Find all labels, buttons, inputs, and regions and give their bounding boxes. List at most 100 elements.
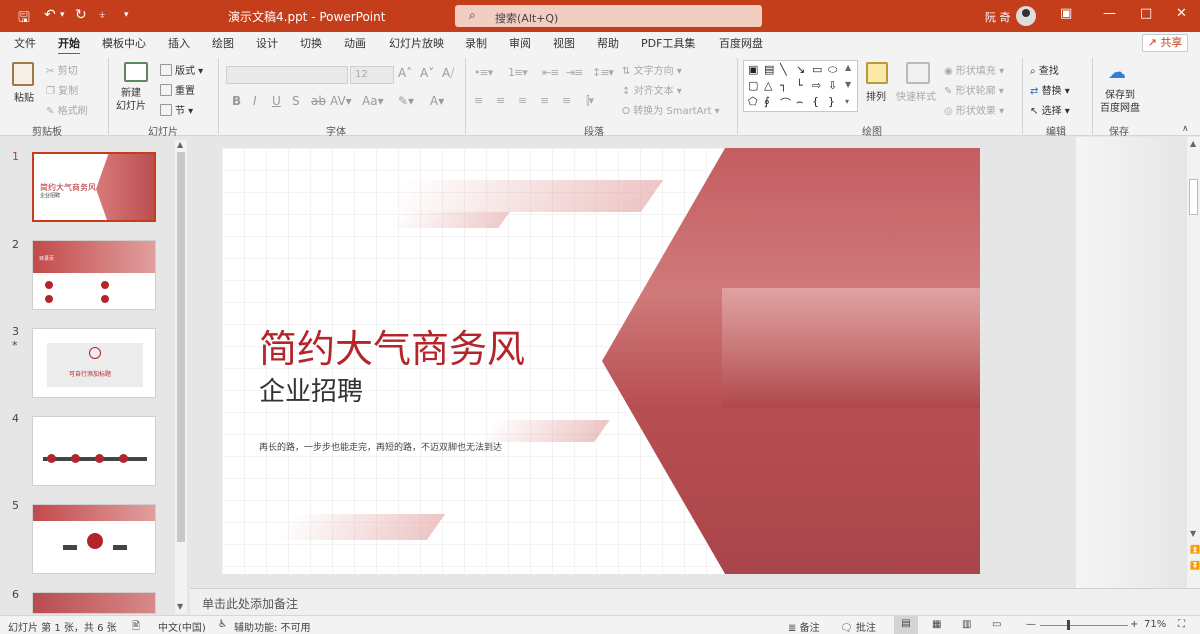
thumbnail-scrollbar[interactable]: ▲ ▼: [175, 140, 187, 614]
tab-template-center[interactable]: 模板中心: [102, 35, 146, 51]
language-indicator[interactable]: 中文(中国): [158, 619, 206, 634]
down-arrow-shape-icon[interactable]: ⇩: [828, 79, 837, 92]
scroll-thumb[interactable]: [177, 152, 185, 542]
notes-pane[interactable]: 单击此处添加备注: [190, 588, 1200, 615]
scroll-thumb[interactable]: [1189, 179, 1198, 215]
slide-thumbnail-5[interactable]: [32, 504, 156, 574]
maximize-icon[interactable]: □: [1140, 6, 1152, 21]
avatar[interactable]: [1016, 6, 1036, 26]
quick-styles-button[interactable]: 快速样式: [896, 88, 936, 103]
gallery-more-icon[interactable]: ▾: [845, 97, 849, 106]
tab-record[interactable]: 录制: [465, 35, 487, 51]
baidu-cloud-icon[interactable]: ☁: [1108, 62, 1126, 83]
notes-button[interactable]: ≣ 备注: [788, 619, 820, 634]
font-color-icon[interactable]: A▾: [430, 94, 444, 108]
justify-icon[interactable]: ≡: [540, 94, 549, 107]
tab-transitions[interactable]: 切换: [300, 35, 322, 51]
align-center-icon[interactable]: ≡: [496, 94, 505, 107]
redo-icon[interactable]: ↻: [75, 7, 87, 23]
triangle-shape-icon[interactable]: △: [764, 79, 772, 92]
quick-styles-icon[interactable]: [906, 62, 930, 84]
tab-view[interactable]: 视图: [553, 35, 575, 51]
find-button[interactable]: ⌕ 查找: [1030, 62, 1059, 77]
save-to-baidu-button[interactable]: 保存到 百度网盘: [1100, 89, 1140, 115]
tab-design[interactable]: 设计: [256, 35, 278, 51]
previous-slide-icon[interactable]: ⏫: [1190, 545, 1200, 554]
pentagon-shape-icon[interactable]: ⬠: [748, 95, 758, 108]
align-text-button[interactable]: ↕ 对齐文本 ▾: [622, 82, 682, 97]
slide-thumbnail-6[interactable]: [32, 592, 156, 614]
highlight-icon[interactable]: ✎▾: [398, 94, 414, 108]
zoom-out-icon[interactable]: —: [1026, 619, 1036, 630]
arrange-button[interactable]: 排列: [866, 88, 886, 103]
fit-to-window-icon[interactable]: ⛶: [1178, 619, 1185, 630]
align-left-icon[interactable]: ≡: [474, 94, 483, 107]
textbox-shape-icon[interactable]: ▣: [748, 63, 758, 76]
customize-toolbar-icon[interactable]: ▾: [124, 10, 129, 20]
freeform-shape-icon[interactable]: ∮: [764, 95, 770, 108]
format-painter-button[interactable]: ✎ 格式刷: [46, 102, 88, 117]
arc-shape-icon[interactable]: ⌢: [796, 95, 803, 109]
slide-subtitle[interactable]: 企业招聘: [259, 371, 363, 408]
accessibility-status[interactable]: 辅助功能: 不可用: [234, 619, 311, 634]
slide-thumbnail-2[interactable]: 目录页: [32, 240, 156, 310]
bold-icon[interactable]: B: [232, 94, 241, 108]
cut-button[interactable]: ✂ 剪切: [46, 62, 78, 77]
elbow-arrow-icon[interactable]: └: [796, 79, 803, 92]
gallery-up-icon[interactable]: ▲: [845, 63, 851, 72]
tab-review[interactable]: 审阅: [509, 35, 531, 51]
clear-format-icon[interactable]: A⧸: [442, 66, 454, 81]
tab-draw[interactable]: 绘图: [212, 35, 234, 51]
minimize-icon[interactable]: —: [1103, 6, 1116, 21]
right-arrow-shape-icon[interactable]: ⇨: [812, 79, 821, 92]
align-right-icon[interactable]: ≡: [518, 94, 527, 107]
zoom-level[interactable]: 71%: [1144, 619, 1166, 630]
copy-button[interactable]: ❐ 复制: [46, 82, 78, 97]
rectangle-shape-icon[interactable]: ▭: [812, 63, 822, 76]
zoom-slider-track[interactable]: [1040, 625, 1128, 626]
shadow-icon[interactable]: S: [292, 94, 300, 108]
slide-thumbnail-1[interactable]: 简约大气商务风 企业招聘: [32, 152, 156, 222]
paste-button[interactable]: 粘贴: [14, 89, 34, 104]
accessibility-icon[interactable]: ♿: [218, 619, 227, 630]
select-button[interactable]: ↖ 选择 ▾: [1030, 102, 1070, 117]
columns-icon[interactable]: ⫿▾: [586, 94, 594, 108]
search-box[interactable]: ⌕ 搜索(Alt+Q): [455, 5, 762, 27]
distributed-icon[interactable]: ≡: [562, 94, 571, 107]
new-slide-icon[interactable]: [124, 62, 148, 82]
left-brace-icon[interactable]: {: [812, 95, 819, 108]
change-case-icon[interactable]: Aa▾: [362, 94, 384, 108]
arrow-line-icon[interactable]: ↘: [796, 63, 805, 76]
line-shape-icon[interactable]: ╲: [780, 63, 787, 76]
gallery-down-icon[interactable]: ▼: [845, 80, 851, 89]
new-slide-button[interactable]: 新建 幻灯片: [116, 87, 146, 113]
font-size-combo[interactable]: 12: [350, 66, 394, 84]
notes-placeholder[interactable]: 单击此处添加备注: [202, 595, 298, 612]
normal-view-icon[interactable]: ▤: [894, 616, 918, 634]
underline-icon[interactable]: U: [272, 94, 281, 108]
zoom-in-icon[interactable]: +: [1130, 619, 1138, 630]
tab-animations[interactable]: 动画: [344, 35, 366, 51]
share-button[interactable]: ↗ 共享: [1142, 34, 1188, 52]
grow-font-icon[interactable]: A˄: [398, 66, 412, 80]
vertical-textbox-icon[interactable]: ▤: [764, 63, 774, 76]
decrease-indent-icon[interactable]: ⇤≡: [542, 66, 559, 79]
slide-scrollbar[interactable]: ▲ ▼ ⏫ ⏬: [1187, 137, 1200, 615]
smartart-button[interactable]: ⭘ 转换为 SmartArt ▾: [622, 102, 720, 117]
scroll-down-icon[interactable]: ▼: [177, 602, 183, 611]
slide-canvas[interactable]: 简约大气商务风 企业招聘 再长的路，一步步也能走完，再短的路，不迈双脚也无法到达: [222, 148, 980, 574]
scroll-up-icon[interactable]: ▲: [177, 140, 183, 149]
next-slide-icon[interactable]: ⏬: [1190, 561, 1200, 570]
numbering-icon[interactable]: 1≡▾: [508, 66, 528, 79]
replace-button[interactable]: ⇄ 替换 ▾: [1030, 82, 1070, 97]
undo-dropdown-icon[interactable]: ▾: [60, 10, 65, 20]
shape-effects-button[interactable]: ◎ 形状效果 ▾: [944, 102, 1004, 117]
oval-shape-icon[interactable]: ⬭: [828, 63, 837, 77]
tab-slideshow[interactable]: 幻灯片放映: [389, 35, 444, 51]
scroll-down-icon[interactable]: ▼: [1190, 529, 1196, 538]
spellcheck-icon[interactable]: 🖹: [132, 619, 140, 634]
elbow-connector-icon[interactable]: ┐: [780, 79, 787, 92]
comments-button[interactable]: 🗨 批注: [840, 619, 876, 634]
font-name-combo[interactable]: [226, 66, 348, 84]
tab-help[interactable]: 帮助: [597, 35, 619, 51]
